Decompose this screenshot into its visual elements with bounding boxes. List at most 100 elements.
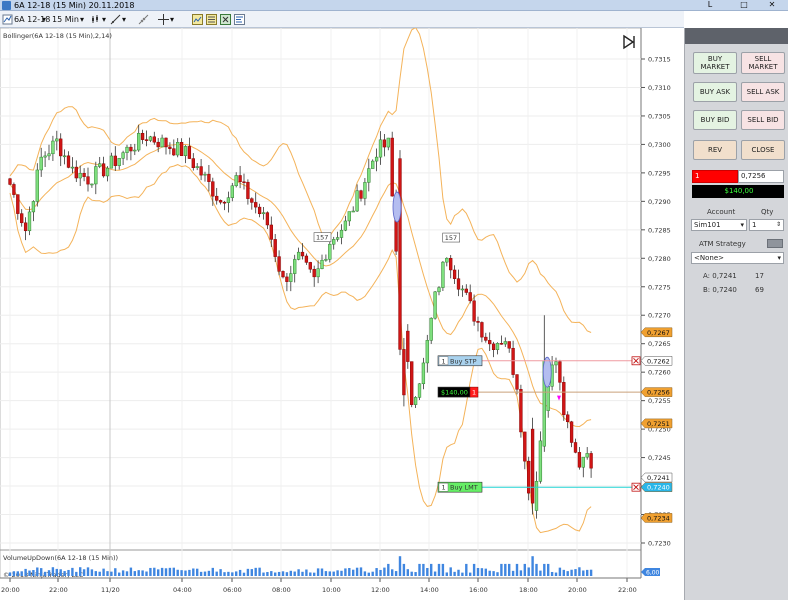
candle[interactable]	[121, 152, 125, 159]
candle[interactable]	[519, 389, 523, 433]
rev-button[interactable]: REV	[693, 140, 737, 160]
sell-bid-button[interactable]: SELL BID	[741, 110, 785, 130]
candle[interactable]	[585, 453, 589, 458]
candle[interactable]	[125, 146, 129, 153]
candle[interactable]	[445, 258, 449, 263]
candle[interactable]	[234, 175, 238, 187]
candle[interactable]	[250, 198, 254, 203]
candle[interactable]	[398, 158, 402, 350]
candle[interactable]	[577, 452, 582, 468]
account-select[interactable]: Sim101 ▾	[691, 219, 747, 231]
candle[interactable]	[148, 136, 153, 141]
stepper-arrows-icon[interactable]: ⇕	[776, 220, 781, 230]
strategies-icon[interactable]	[206, 14, 217, 25]
candle[interactable]	[421, 362, 426, 385]
candle[interactable]	[491, 343, 496, 350]
candle[interactable]	[417, 383, 422, 398]
candle[interactable]	[160, 137, 164, 148]
candle[interactable]	[328, 243, 332, 260]
candle[interactable]	[47, 153, 51, 157]
candle[interactable]	[273, 239, 277, 257]
candle[interactable]	[437, 287, 441, 293]
atm-settings-button[interactable]	[767, 239, 783, 248]
candle[interactable]	[476, 321, 480, 323]
candle[interactable]	[191, 158, 195, 168]
candle[interactable]	[199, 166, 203, 176]
candle[interactable]	[351, 210, 355, 213]
candle[interactable]	[66, 155, 71, 168]
candle[interactable]	[289, 273, 293, 282]
candle[interactable]	[511, 347, 515, 375]
candle[interactable]	[187, 146, 192, 159]
candle[interactable]	[195, 166, 199, 168]
candle[interactable]	[12, 184, 16, 195]
candle[interactable]	[35, 169, 39, 202]
candle[interactable]	[222, 201, 227, 204]
instrument-dropdown-icon[interactable]: ▾	[42, 13, 46, 26]
candle[interactable]	[20, 213, 24, 224]
candle[interactable]	[203, 173, 207, 176]
candle[interactable]	[218, 200, 223, 203]
candle[interactable]	[320, 259, 324, 269]
minimize-button[interactable]: L	[700, 0, 720, 10]
candle[interactable]	[308, 262, 312, 270]
candle[interactable]	[507, 341, 511, 349]
close-button[interactable]: CLOSE	[741, 140, 785, 160]
candle[interactable]	[133, 149, 137, 152]
candle[interactable]	[211, 181, 215, 197]
drawing-dropdown-icon[interactable]: ▾	[122, 13, 126, 26]
candle[interactable]	[413, 397, 418, 405]
candle[interactable]	[339, 229, 344, 238]
candle[interactable]	[277, 256, 281, 272]
candle[interactable]	[265, 212, 270, 226]
buy-market-button[interactable]: BUY MARKET	[693, 52, 737, 74]
candle[interactable]	[304, 255, 309, 263]
candle[interactable]	[363, 182, 367, 199]
candle[interactable]	[164, 137, 168, 148]
candle[interactable]	[371, 160, 375, 169]
candle[interactable]	[296, 251, 301, 260]
interval-selector[interactable]: 15 Min	[52, 13, 79, 26]
candle[interactable]	[499, 343, 504, 345]
candle[interactable]	[90, 183, 94, 186]
candle[interactable]	[410, 361, 414, 405]
candle[interactable]	[523, 431, 527, 462]
candle[interactable]	[495, 343, 500, 350]
candle[interactable]	[472, 300, 476, 322]
candle[interactable]	[144, 139, 149, 141]
candle[interactable]	[374, 156, 379, 162]
candle[interactable]	[137, 133, 141, 151]
candle[interactable]	[23, 222, 28, 232]
candle[interactable]	[355, 190, 359, 212]
drawing-tools-icon[interactable]	[110, 14, 121, 25]
candle[interactable]	[230, 185, 234, 198]
candle[interactable]	[261, 212, 266, 215]
candle[interactable]	[402, 349, 406, 396]
candle[interactable]	[27, 211, 32, 232]
candle[interactable]	[316, 268, 320, 278]
candle[interactable]	[515, 374, 519, 390]
candle[interactable]	[16, 194, 20, 214]
candle[interactable]	[168, 146, 172, 149]
candle[interactable]	[285, 276, 289, 282]
candle[interactable]	[101, 163, 106, 177]
candle[interactable]	[429, 317, 433, 341]
atm-strategy-select[interactable]: <None> ▾	[691, 252, 784, 264]
candle[interactable]	[86, 176, 90, 185]
candle[interactable]	[55, 138, 59, 142]
candle[interactable]	[183, 146, 188, 156]
candle[interactable]	[503, 341, 507, 345]
candle[interactable]	[546, 386, 550, 411]
candle[interactable]	[367, 168, 371, 183]
candle[interactable]	[359, 190, 363, 199]
candle[interactable]	[562, 382, 566, 416]
candle[interactable]	[109, 155, 114, 169]
candle[interactable]	[456, 278, 461, 290]
candle[interactable]	[527, 460, 531, 494]
candle[interactable]	[238, 175, 242, 183]
candle[interactable]	[94, 166, 98, 185]
interval-dropdown-icon[interactable]: ▾	[80, 13, 84, 26]
maximize-button[interactable]: □	[734, 0, 754, 10]
candle[interactable]	[449, 258, 453, 271]
candle[interactable]	[390, 137, 394, 197]
